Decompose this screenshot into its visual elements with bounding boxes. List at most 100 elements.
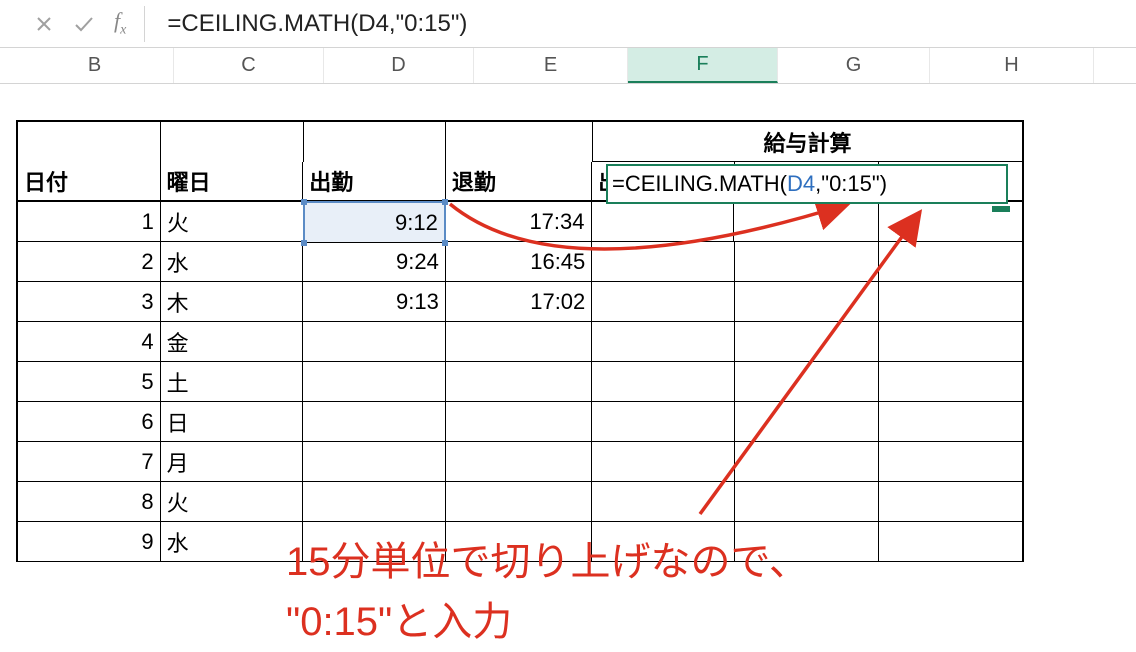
col-header-F[interactable]: F (628, 48, 778, 83)
table-row: 2 水 9:24 16:45 (18, 242, 1022, 282)
cell[interactable] (446, 402, 592, 442)
cell-weekday[interactable]: 日 (161, 402, 304, 442)
cell[interactable] (446, 482, 592, 522)
cell[interactable] (735, 482, 880, 522)
cell[interactable] (734, 202, 879, 242)
cell[interactable] (446, 442, 592, 482)
cell-date[interactable]: 9 (18, 522, 161, 562)
cell[interactable] (592, 402, 735, 442)
table-row: 4 金 (18, 322, 1022, 362)
cell-date[interactable]: 7 (18, 442, 161, 482)
cell[interactable] (735, 242, 880, 282)
formula-input[interactable]: =CEILING.MATH(D4,"0:15") (159, 6, 1116, 42)
annotation-line2: "0:15"と入力 (286, 592, 809, 652)
cell[interactable] (446, 322, 592, 362)
cell[interactable] (592, 322, 735, 362)
fill-handle[interactable] (992, 206, 1010, 212)
cell[interactable] (735, 442, 880, 482)
col-header-D[interactable]: D (324, 48, 474, 83)
editing-cell[interactable]: =CEILING.MATH(D4,"0:15") (606, 164, 1008, 204)
cell-date[interactable]: 4 (18, 322, 161, 362)
cell[interactable] (735, 362, 880, 402)
cell[interactable] (879, 522, 1022, 562)
cell[interactable] (879, 482, 1022, 522)
sheet-area: 給与計算 日付 曜日 出勤 退勤 出勤 退勤 実働時間 1 火 9:12 17:… (0, 84, 1136, 562)
cell-weekday[interactable]: 木 (161, 282, 304, 322)
cell[interactable] (592, 442, 735, 482)
table-header-row-1: 給与計算 (18, 122, 1022, 162)
cell-date[interactable]: 3 (18, 282, 161, 322)
cell[interactable] (592, 362, 735, 402)
cell[interactable] (303, 522, 446, 562)
cell[interactable] (735, 322, 880, 362)
cell-date[interactable]: 8 (18, 482, 161, 522)
column-headers: B C D E F G H (0, 48, 1136, 84)
cell[interactable] (592, 522, 735, 562)
enter-icon[interactable] (70, 10, 98, 38)
col-header-B[interactable]: B (16, 48, 174, 83)
cell-weekday[interactable]: 火 (161, 482, 304, 522)
cell-clockout[interactable]: 17:34 (445, 202, 592, 242)
hdr-date: 日付 (18, 162, 161, 202)
cell[interactable] (303, 402, 446, 442)
cell-date[interactable]: 2 (18, 242, 161, 282)
cell-date[interactable]: 5 (18, 362, 161, 402)
cell-weekday[interactable]: 水 (161, 522, 304, 562)
col-header-E[interactable]: E (474, 48, 628, 83)
table-row: 3 木 9:13 17:02 (18, 282, 1022, 322)
cell[interactable] (879, 242, 1022, 282)
table-row: 5 土 (18, 362, 1022, 402)
formula-suffix: ,"0:15") (815, 171, 887, 197)
cell[interactable] (735, 402, 880, 442)
separator (144, 6, 145, 42)
cell[interactable] (592, 242, 735, 282)
payroll-title: 給与計算 (593, 122, 1022, 162)
cell[interactable] (879, 442, 1022, 482)
cell-date[interactable]: 1 (18, 202, 161, 242)
cell[interactable] (735, 522, 880, 562)
hdr-clockout: 退勤 (446, 162, 592, 202)
cell-clockin-selected[interactable]: 9:12 (303, 201, 446, 243)
cell-weekday[interactable]: 月 (161, 442, 304, 482)
table-row: 8 火 (18, 482, 1022, 522)
cell[interactable] (446, 362, 592, 402)
formula-prefix: =CEILING.MATH( (612, 171, 787, 197)
hdr-clockin: 出勤 (303, 162, 446, 202)
cell[interactable] (735, 282, 880, 322)
blank-cell (18, 122, 161, 162)
blank-cell (304, 122, 447, 162)
formula-bar: fx =CEILING.MATH(D4,"0:15") (0, 0, 1136, 48)
cell[interactable] (303, 442, 446, 482)
cell[interactable] (592, 482, 735, 522)
cell-weekday[interactable]: 土 (161, 362, 304, 402)
cell[interactable] (303, 362, 446, 402)
cell-clockout[interactable]: 16:45 (446, 242, 592, 282)
cell[interactable] (446, 522, 592, 562)
table-row: 1 火 9:12 17:34 (18, 202, 1022, 242)
cell-weekday[interactable]: 水 (161, 242, 304, 282)
cell[interactable] (592, 202, 735, 242)
cell[interactable] (592, 282, 735, 322)
col-header-G[interactable]: G (778, 48, 930, 83)
cell[interactable] (879, 282, 1022, 322)
cell[interactable] (879, 322, 1022, 362)
cell-weekday[interactable]: 金 (161, 322, 304, 362)
blank-cell (446, 122, 593, 162)
formula-ref: D4 (787, 171, 815, 197)
fx-icon[interactable]: fx (110, 8, 130, 38)
blank-cell (161, 122, 304, 162)
cell[interactable] (879, 402, 1022, 442)
cell-clockin[interactable]: 9:13 (303, 282, 446, 322)
cancel-icon[interactable] (30, 10, 58, 38)
cell-weekday[interactable]: 火 (161, 202, 304, 242)
cell-value: 9:12 (395, 210, 438, 236)
cell[interactable] (303, 322, 446, 362)
table-row: 7 月 (18, 442, 1022, 482)
cell-clockout[interactable]: 17:02 (446, 282, 592, 322)
col-header-H[interactable]: H (930, 48, 1094, 83)
cell-clockin[interactable]: 9:24 (303, 242, 446, 282)
col-header-C[interactable]: C (174, 48, 324, 83)
cell-date[interactable]: 6 (18, 402, 161, 442)
cell[interactable] (303, 482, 446, 522)
cell[interactable] (879, 362, 1022, 402)
